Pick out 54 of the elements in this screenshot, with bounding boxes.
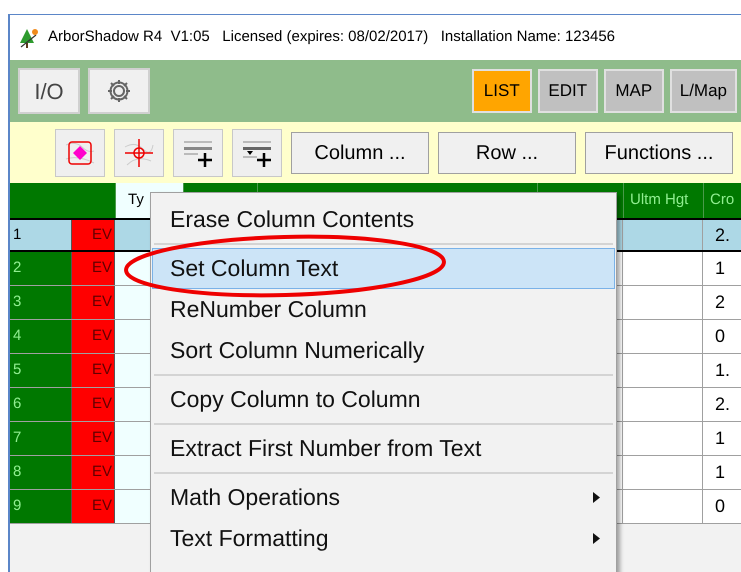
toolbar-button[interactable]: Column ... bbox=[291, 132, 429, 174]
row-number: 4 bbox=[13, 326, 22, 346]
table-cell-text: 2. bbox=[715, 224, 730, 246]
io-button[interactable]: I/O bbox=[18, 68, 80, 114]
row-number: 8 bbox=[13, 462, 22, 482]
settings-icon bbox=[105, 77, 133, 105]
menu-item[interactable]: Erase Column Contents bbox=[152, 199, 615, 240]
mode-tab[interactable]: EDIT bbox=[538, 69, 598, 113]
row-number: 1 bbox=[13, 224, 22, 245]
table-cell-text: EV bbox=[92, 428, 112, 448]
row-number: 2 bbox=[13, 258, 22, 278]
row-number: 9 bbox=[13, 496, 22, 516]
table-cell-text: EV bbox=[92, 292, 112, 312]
mode-tab[interactable]: LIST bbox=[472, 69, 532, 113]
tool-button[interactable] bbox=[232, 128, 282, 176]
mode-tab[interactable]: MAP bbox=[604, 69, 664, 113]
table-cell-text: 1 bbox=[715, 257, 726, 280]
row-number: 5 bbox=[13, 360, 22, 380]
table-cell-text: EV bbox=[92, 394, 112, 414]
table-cell-text: 2 bbox=[715, 291, 726, 314]
settings-button[interactable] bbox=[88, 68, 150, 114]
crosshair-icon bbox=[123, 136, 155, 168]
window-title: ArborShadow R4 V1:05 Licensed (expires: 08/02/2017) Installation Name: 123456 bbox=[48, 27, 616, 48]
menu-item[interactable]: Math Operations bbox=[152, 477, 615, 518]
row-number: 6 bbox=[13, 394, 22, 414]
table-cell-text: 2. bbox=[715, 393, 730, 416]
table-cell-text: 0 bbox=[715, 325, 726, 348]
menu-item[interactable]: Extract First Number from Text bbox=[152, 428, 615, 469]
table-cell-text: 1 bbox=[715, 461, 726, 484]
table-cell-text: 1 bbox=[715, 427, 726, 450]
table-cell-text: EV bbox=[92, 224, 112, 245]
column-header[interactable]: Cro bbox=[710, 189, 734, 212]
tree-logo-icon bbox=[18, 26, 40, 48]
submenu-arrow-icon bbox=[593, 492, 600, 503]
menu-item[interactable]: ReNumber Column bbox=[152, 289, 615, 330]
toolbar-button[interactable]: Row ... bbox=[438, 132, 576, 174]
table-cell-text: EV bbox=[92, 462, 112, 482]
mode-tab[interactable]: L/Map bbox=[670, 69, 737, 113]
row-number: 7 bbox=[13, 428, 22, 448]
row-number: 3 bbox=[13, 292, 22, 312]
submenu-arrow-icon bbox=[593, 533, 600, 544]
table-cell-text: EV bbox=[92, 258, 112, 278]
table-cell-text: 0 bbox=[715, 495, 726, 518]
table-cell-text: EV bbox=[92, 360, 112, 380]
table-cell-text: 1. bbox=[715, 359, 730, 382]
menu-item[interactable]: Text Formatting bbox=[152, 518, 615, 559]
table-cell-text: EV bbox=[92, 326, 112, 346]
column-header[interactable]: Ultm Hgt bbox=[630, 189, 688, 212]
table-cell-text: EV bbox=[92, 496, 112, 516]
menu-item[interactable]: Copy Column to Column bbox=[152, 379, 615, 420]
menu-item[interactable]: Sort Column Numerically bbox=[152, 330, 615, 371]
tool-button[interactable] bbox=[173, 128, 223, 176]
menu-item[interactable]: Set Column Text bbox=[152, 248, 615, 289]
toolbar-button[interactable]: Functions ... bbox=[585, 132, 733, 174]
